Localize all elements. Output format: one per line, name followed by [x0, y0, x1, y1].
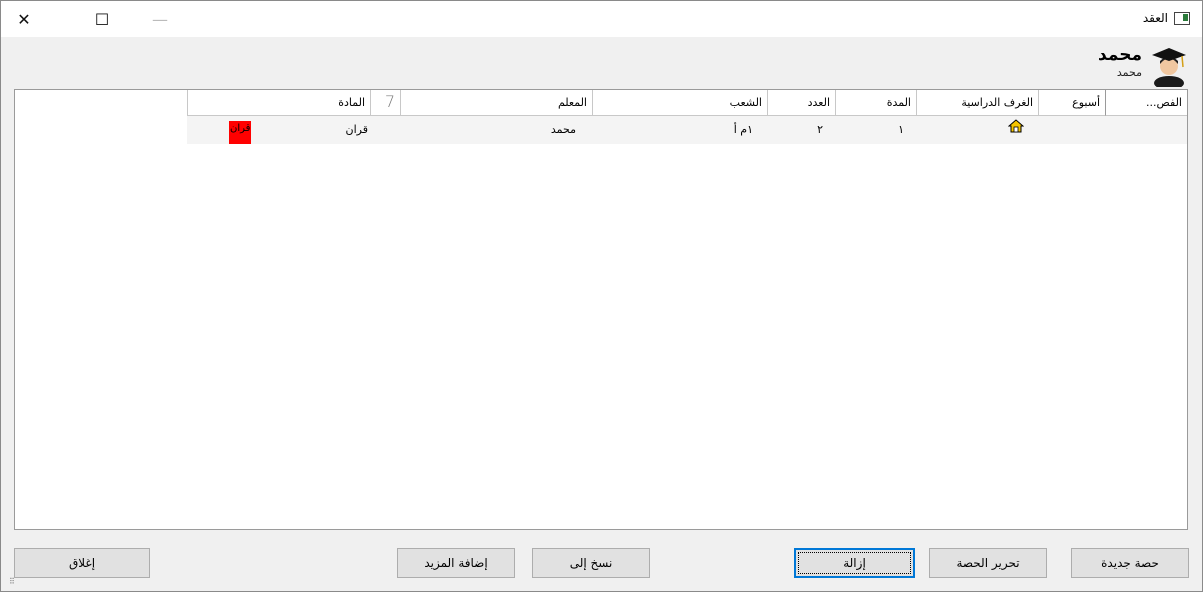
teacher-graduate-icon [1152, 48, 1186, 87]
title-bar: ✕ ☐ — العقد [1, 1, 1202, 37]
resize-grip-icon[interactable]: ⠿ [9, 577, 23, 587]
cell-classes: ١م أ [733, 123, 753, 136]
cell-week [1038, 116, 1105, 144]
new-lesson-button[interactable]: حصة جديدة [1071, 548, 1189, 578]
cell-subject: قران قران [187, 116, 370, 144]
column-header-teacher[interactable]: المعلم [400, 90, 592, 116]
column-header-marker[interactable]: 7 [370, 90, 400, 116]
minimize-window-icon[interactable]: — [137, 1, 183, 37]
cell-teacher: محمد [550, 123, 576, 136]
grid-header: المادة 7 المعلم الشعب العدد المدة الغرف … [187, 90, 1187, 116]
column-header-duration[interactable]: المدة [835, 90, 916, 116]
lessons-grid[interactable]: المادة 7 المعلم الشعب العدد المدة الغرف … [14, 89, 1188, 530]
teacher-header: محمد محمد [1098, 43, 1190, 87]
column-header-rooms[interactable]: الغرف الدراسية [916, 90, 1038, 116]
cell-semester [1105, 116, 1187, 144]
teacher-subtitle: محمد [1116, 66, 1142, 79]
copy-to-button[interactable]: نسخ إلى [532, 548, 650, 578]
contract-window: ✕ ☐ — العقد محمد محمد المادة 7 المعلم ال… [0, 0, 1203, 592]
cell-duration: ١ [898, 123, 904, 136]
subject-name: قران [345, 123, 368, 136]
maximize-window-icon[interactable]: ☐ [79, 1, 125, 37]
close-button[interactable]: إغلاق [14, 548, 150, 578]
cell-rooms [916, 116, 1038, 144]
close-window-icon[interactable]: ✕ [1, 1, 47, 37]
subject-color-badge: قران [229, 121, 252, 144]
home-icon [1007, 119, 1025, 133]
column-header-count[interactable]: العدد [767, 90, 835, 116]
table-row[interactable]: قران قران محمد ١م أ ٢ ١ [187, 116, 1187, 144]
column-header-subject[interactable]: المادة [187, 90, 370, 116]
cell-count: ٢ [817, 123, 823, 136]
teacher-name: محمد [1098, 45, 1142, 65]
window-title-group: العقد [1143, 11, 1190, 25]
edit-lesson-button[interactable]: تحرير الحصة [929, 548, 1047, 578]
window-title: العقد [1142, 11, 1168, 25]
column-header-semester[interactable]: الفص... [1105, 90, 1187, 116]
column-header-week[interactable]: أسبوع [1038, 90, 1105, 116]
app-icon [1174, 11, 1190, 25]
add-more-button[interactable]: إضافة المزيد [397, 548, 515, 578]
cell-marker [370, 116, 400, 144]
remove-button[interactable]: إزالة [794, 548, 915, 578]
column-header-classes[interactable]: الشعب [592, 90, 767, 116]
